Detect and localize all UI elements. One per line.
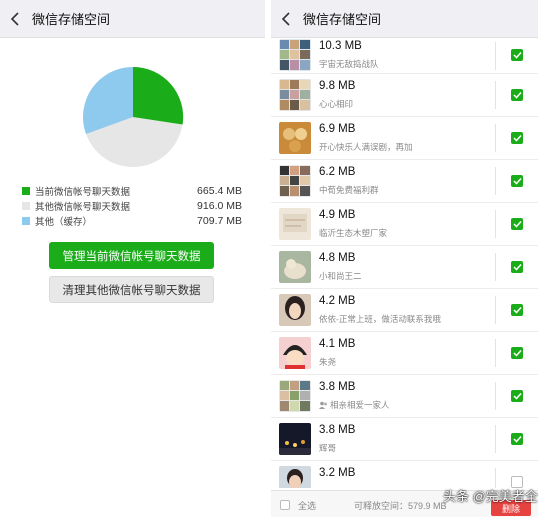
storage-overview-panel: 微信存储空间 当前微信帐号聊天数据 665.4 MB 其他微信帐号聊天数据 91… [0,0,265,517]
row-divider [495,468,496,488]
chat-size: 6.9 MB [319,123,356,135]
legend-label: 当前微信帐号聊天数据 [35,187,131,198]
select-all-checkbox[interactable] [280,500,290,510]
chat-name: 相亲相爱一家人 [319,399,390,411]
chat-name: 依依-正常上班，做活动联系我哦 [319,314,441,324]
storage-legend: 当前微信帐号聊天数据 665.4 MB 其他微信帐号聊天数据 916.0 MB … [22,184,242,229]
chat-list-item[interactable]: 4.8 MB 小和尚王二 [271,246,538,289]
chat-size: 4.2 MB [319,295,356,307]
row-divider [495,210,496,238]
group-avatar [279,165,311,197]
manage-current-account-button[interactable]: 管理当前微信帐号聊天数据 [49,242,214,269]
chat-name: 开心快乐人满误剧，再加 [319,142,413,152]
legend-value: 709.7 MB [197,215,242,227]
chat-size: 6.2 MB [319,166,356,178]
back-arrow-icon[interactable] [277,10,295,28]
user-avatar [279,337,311,369]
legend-label: 其他微信帐号聊天数据 [35,202,131,213]
chat-name: 朱尧 [319,357,337,367]
checkbox-checked[interactable] [511,89,523,101]
chat-size: 4.1 MB [319,338,356,350]
group-avatar [279,208,311,240]
checkbox-checked[interactable] [511,175,523,187]
user-avatar [279,251,311,283]
checkbox-checked[interactable] [511,433,523,445]
chat-name-text: 相亲相爱一家人 [330,400,390,410]
checkbox-checked[interactable] [511,261,523,273]
checkbox-checked[interactable] [511,218,523,230]
group-avatar [279,380,311,412]
watermark: 头条 @完美者全 [443,489,538,504]
storage-pie-chart [81,65,185,169]
chat-list-item[interactable]: 3.8 MB 辉哥 [271,418,538,461]
clear-other-accounts-button[interactable]: 清理其他微信帐号聊天数据 [49,276,214,303]
chat-size: 3.8 MB [319,424,356,436]
row-divider [495,124,496,152]
chat-name: 临沂生态木塑厂家 [319,228,388,238]
chat-list-item[interactable]: 3.8 MB 相亲相爱一家人 [271,375,538,418]
user-avatar [279,294,311,326]
legend-swatch-other [22,202,30,210]
legend-row-current: 当前微信帐号聊天数据 665.4 MB [22,184,242,198]
free-space-label: 可释放空间：579.9 MB [354,501,447,511]
legend-value: 665.4 MB [197,185,242,197]
chat-size: 3.2 MB [319,467,356,479]
group-chat-icon [319,401,328,409]
group-avatar [279,79,311,111]
pie-slice-current-account [133,66,184,125]
chat-list-item[interactable]: 4.1 MB 朱尧 [271,332,538,375]
legend-value: 916.0 MB [197,200,242,212]
chat-size: 9.8 MB [319,80,356,92]
chat-list-item[interactable]: 10.3 MB 宇宙无敌捣战队 [271,38,538,74]
chat-size: 10.3 MB [319,40,362,52]
checkbox-checked[interactable] [511,390,523,402]
checkbox-checked[interactable] [511,132,523,144]
group-avatar [279,39,311,71]
page-title: 微信存储空间 [303,12,382,27]
page-title: 微信存储空间 [32,12,111,27]
chat-name: 宇宙无敌捣战队 [319,59,379,69]
checkbox-checked[interactable] [511,304,523,316]
title-bar: 微信存储空间 [0,0,265,38]
user-avatar [279,466,311,488]
chat-storage-list-panel: 微信存储空间 10.3 MB 宇宙无敌捣战队 9.8 MB 心心相印 6.9 M… [271,0,538,517]
row-divider [495,382,496,410]
group-avatar [279,122,311,154]
chat-name: 小和尚王二 [319,271,362,281]
chat-list-item[interactable]: 6.2 MB 中荀免费福利群 [271,160,538,203]
row-divider [495,253,496,281]
row-divider [495,167,496,195]
chat-name: 心心相印 [319,99,354,109]
chat-list-item[interactable]: 4.9 MB 临沂生态木塑厂家 [271,203,538,246]
checkbox-checked[interactable] [511,347,523,359]
chat-name: 辉哥 [319,443,337,453]
legend-swatch-cache [22,217,30,225]
title-bar: 微信存储空间 [271,0,538,38]
row-divider [495,81,496,109]
row-divider [495,42,496,70]
checkbox-checked[interactable] [511,49,523,61]
legend-row-other-accounts: 其他微信帐号聊天数据 916.0 MB [22,199,242,213]
row-divider [495,339,496,367]
chat-list: 10.3 MB 宇宙无敌捣战队 9.8 MB 心心相印 6.9 MB 开心快乐人… [271,38,538,488]
legend-label: 其他（缓存） [35,217,93,228]
chat-size: 4.9 MB [319,209,356,221]
chat-list-item[interactable]: 9.8 MB 心心相印 [271,74,538,117]
chat-list-item[interactable]: 3.2 MB [271,461,538,488]
chat-list-item[interactable]: 6.9 MB 开心快乐人满误剧，再加 [271,117,538,160]
row-divider [495,425,496,453]
back-arrow-icon[interactable] [6,10,24,28]
user-avatar [279,423,311,455]
select-all-label[interactable]: 全选 [298,499,316,512]
chat-name: 中荀免费福利群 [319,185,379,195]
legend-row-cache: 其他（缓存） 709.7 MB [22,214,242,228]
chat-size: 3.8 MB [319,381,356,393]
legend-swatch-current [22,187,30,195]
row-divider [495,296,496,324]
chat-size: 4.8 MB [319,252,356,264]
chat-list-item[interactable]: 4.2 MB 依依-正常上班，做活动联系我哦 [271,289,538,332]
